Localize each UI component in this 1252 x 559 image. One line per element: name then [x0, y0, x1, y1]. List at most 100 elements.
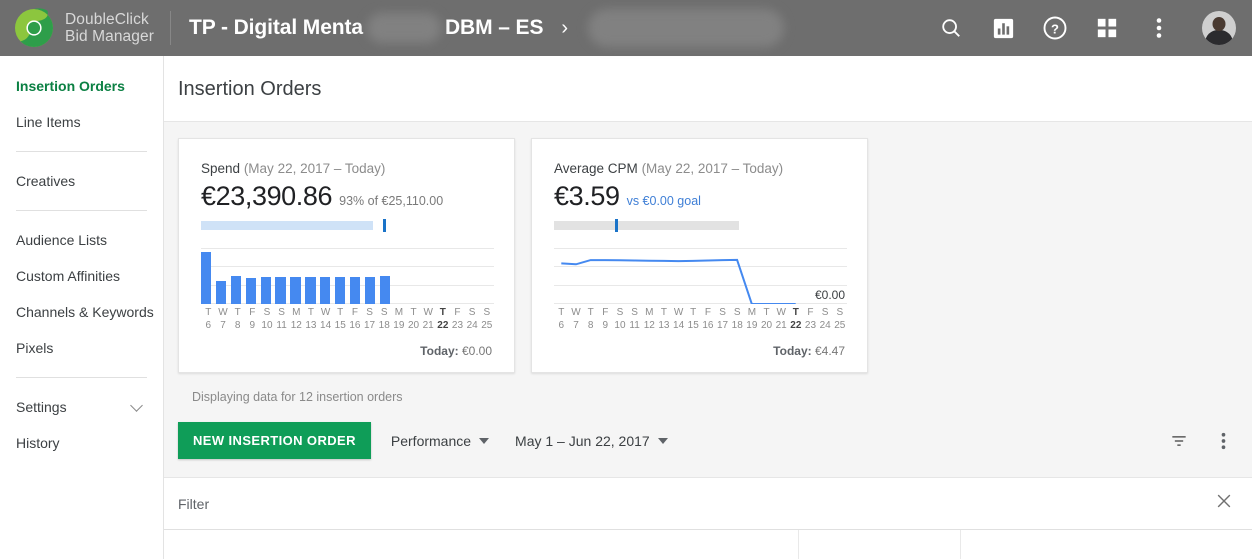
sidebar-item-pixels[interactable]: Pixels: [0, 330, 163, 366]
reporting-icon[interactable]: [990, 15, 1016, 41]
avatar[interactable]: [1202, 11, 1236, 45]
axis-tick-label: S: [836, 307, 844, 318]
average-cpm-card: Average CPM (May 22, 2017 – Today) €3.59…: [531, 138, 868, 373]
axis-tick-label: T: [558, 307, 565, 318]
sidebar-item-custom-affinities[interactable]: Custom Affinities: [0, 258, 163, 294]
bar: [260, 276, 271, 304]
axis-tick-label: T: [410, 307, 417, 318]
axis-tick-label: 16: [349, 320, 361, 331]
axis-tick-label: T: [690, 307, 697, 318]
breadcrumb-partner[interactable]: TP - Digital Menta: [189, 16, 363, 40]
axis-tick-label: 23: [804, 320, 817, 331]
spend-today-value: €0.00: [461, 344, 492, 358]
axis-tick-label: S: [380, 307, 388, 318]
sidebar-item-line-items[interactable]: Line Items: [0, 104, 163, 140]
sidebar-item-label: History: [16, 435, 60, 451]
cpm-today-label: Today:: [773, 344, 812, 358]
axis-tick-label: S: [366, 307, 373, 318]
axis-tick-label: 22: [437, 320, 449, 331]
axis-tick-label: 7: [220, 320, 226, 331]
breadcrumb: TP - Digital Menta DBM – ES ›: [189, 9, 784, 47]
axis-tick-label: S: [263, 307, 271, 318]
line-series: [561, 258, 796, 304]
axis-tick-label: M: [292, 307, 301, 318]
axis-tick-label: 20: [760, 320, 773, 331]
axis-tick-label: 13: [658, 320, 670, 331]
metric-select[interactable]: Performance: [385, 429, 495, 453]
filter-bar: Filter: [164, 477, 1252, 529]
actions-toolbar: NEW INSERTION ORDER Performance May 1 – …: [164, 404, 1252, 477]
table-column-1: [164, 530, 799, 559]
axis-tick-label: 11: [629, 320, 640, 331]
redacted-region-1: [366, 13, 441, 43]
axis-tick-label: 12: [643, 320, 655, 331]
axis-tick-label: F: [351, 307, 358, 318]
axis-tick-label: T: [763, 307, 770, 318]
axis-tick-label: 19: [393, 320, 405, 331]
axis-tick-label: 24: [466, 320, 478, 331]
axis-day-row: 6 7 8 9 10 11 12 13 14 15 16 17 18 19 20 21 22 23 24 25: [554, 319, 847, 332]
sidebar-divider: [16, 377, 147, 378]
help-icon[interactable]: ?: [1042, 15, 1068, 41]
axis-tick-label: S: [821, 307, 829, 318]
cpm-progress-bar: [554, 219, 739, 232]
bar-series: [201, 248, 494, 304]
sidebar-item-label: Settings: [16, 399, 67, 415]
axis-tick-label: M: [747, 307, 757, 318]
axis-tick-label: 13: [305, 320, 317, 331]
axis-tick-label: 8: [234, 320, 241, 331]
svg-text:?: ?: [1051, 22, 1059, 37]
sidebar-item-creatives[interactable]: Creatives: [0, 163, 163, 199]
sidebar-item-insertion-orders[interactable]: Insertion Orders: [0, 68, 163, 104]
axis-tick-label: 14: [320, 320, 332, 331]
date-range-select[interactable]: May 1 – Jun 22, 2017: [509, 429, 674, 453]
summary-cards-area: Spend (May 22, 2017 – Today) €23,390.86 …: [164, 122, 1252, 404]
axis-tick-label: W: [320, 307, 331, 318]
bar: [364, 276, 376, 304]
bar: [305, 277, 316, 304]
axis-tick-label: F: [602, 307, 609, 318]
cpm-date-range: (May 22, 2017 – Today): [641, 161, 784, 176]
new-insertion-order-button[interactable]: NEW INSERTION ORDER: [178, 422, 371, 459]
close-icon[interactable]: [1214, 491, 1234, 516]
axis-tick-label: 22: [790, 320, 802, 331]
axis-tick-label: W: [423, 307, 433, 318]
apps-grid-icon[interactable]: [1094, 15, 1120, 41]
progress-track: [554, 221, 739, 230]
axis-tick-label: 25: [481, 320, 493, 331]
sidebar-item-settings[interactable]: Settings: [0, 389, 163, 425]
sidebar-item-audience-lists[interactable]: Audience Lists: [0, 222, 163, 258]
logo-line-2: Bid Manager: [65, 28, 154, 45]
bar: [275, 276, 286, 304]
toolbar-right-actions: [1168, 430, 1234, 452]
top-header-bar: DoubleClick Bid Manager TP - Digital Men…: [0, 0, 1252, 56]
axis-tick-label: W: [673, 307, 684, 318]
spend-date-range: (May 22, 2017 – Today): [243, 161, 386, 176]
filter-list-icon[interactable]: [1168, 430, 1190, 452]
search-icon[interactable]: [938, 15, 964, 41]
sidebar-item-channels-keywords[interactable]: Channels & Keywords: [0, 294, 163, 330]
sidebar-item-history[interactable]: History: [0, 425, 163, 461]
axis-tick-label: F: [249, 307, 256, 318]
bar: [201, 251, 212, 304]
axis-tick-label: 25: [834, 320, 846, 331]
axis-tick-label: 10: [614, 320, 626, 331]
axis-tick-label: 7: [573, 320, 579, 331]
more-vert-icon[interactable]: [1212, 430, 1234, 452]
application-root: DoubleClick Bid Manager TP - Digital Men…: [0, 0, 1252, 559]
sidebar-divider: [16, 151, 147, 152]
more-vert-icon[interactable]: [1146, 15, 1172, 41]
spend-today-label: Today:: [420, 344, 459, 358]
axis-tick-label: S: [631, 307, 638, 318]
spend-bar-chart: [201, 248, 494, 304]
page-title: Insertion Orders: [178, 78, 322, 100]
spend-today-line: Today: €0.00: [201, 344, 492, 358]
cpm-zero-annotation: €0.00: [811, 288, 845, 302]
body-container: Insertion Orders Line Items Creatives Au…: [0, 56, 1252, 559]
product-logo[interactable]: DoubleClick Bid Manager: [14, 8, 170, 48]
page-header: Insertion Orders: [164, 56, 1252, 122]
sidebar-item-label: Pixels: [16, 340, 54, 356]
filter-input[interactable]: Filter: [178, 496, 209, 512]
breadcrumb-advertiser[interactable]: DBM – ES: [445, 16, 543, 40]
bar: [290, 276, 301, 304]
